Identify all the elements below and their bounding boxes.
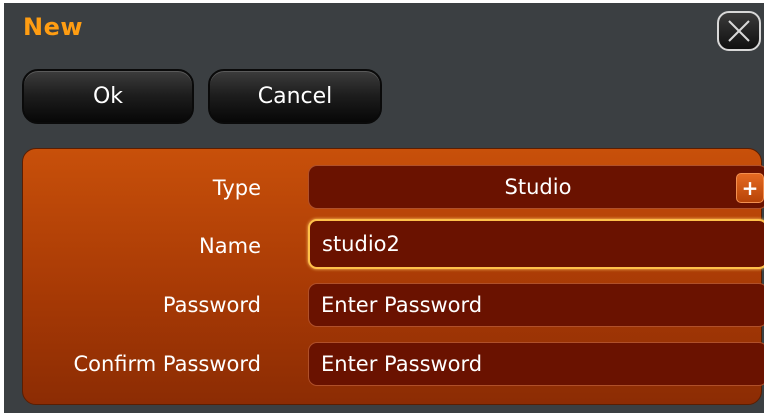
add-type-button[interactable]: + [736,173,764,203]
close-button[interactable] [717,11,761,51]
name-label: Name [199,234,261,258]
password-field[interactable] [308,283,764,327]
new-dialog: New Ok Cancel Type Studio + Name studio2… [4,3,764,413]
password-input[interactable] [321,293,764,317]
type-label: Type [212,176,261,200]
form-panel: Type Studio + Name studio2 Password Conf… [22,148,764,405]
type-select[interactable]: Studio + [308,165,764,209]
dialog-title: New [23,13,84,41]
type-value: Studio [504,175,572,199]
cancel-button[interactable]: Cancel [208,69,382,124]
name-field[interactable]: studio2 [308,219,764,269]
name-value: studio2 [322,232,400,256]
close-icon [728,20,750,42]
password-label: Password [162,293,261,317]
confirm-password-input[interactable] [321,352,764,376]
confirm-password-label: Confirm Password [73,352,261,376]
ok-button[interactable]: Ok [22,69,194,124]
confirm-password-field[interactable] [308,342,764,386]
